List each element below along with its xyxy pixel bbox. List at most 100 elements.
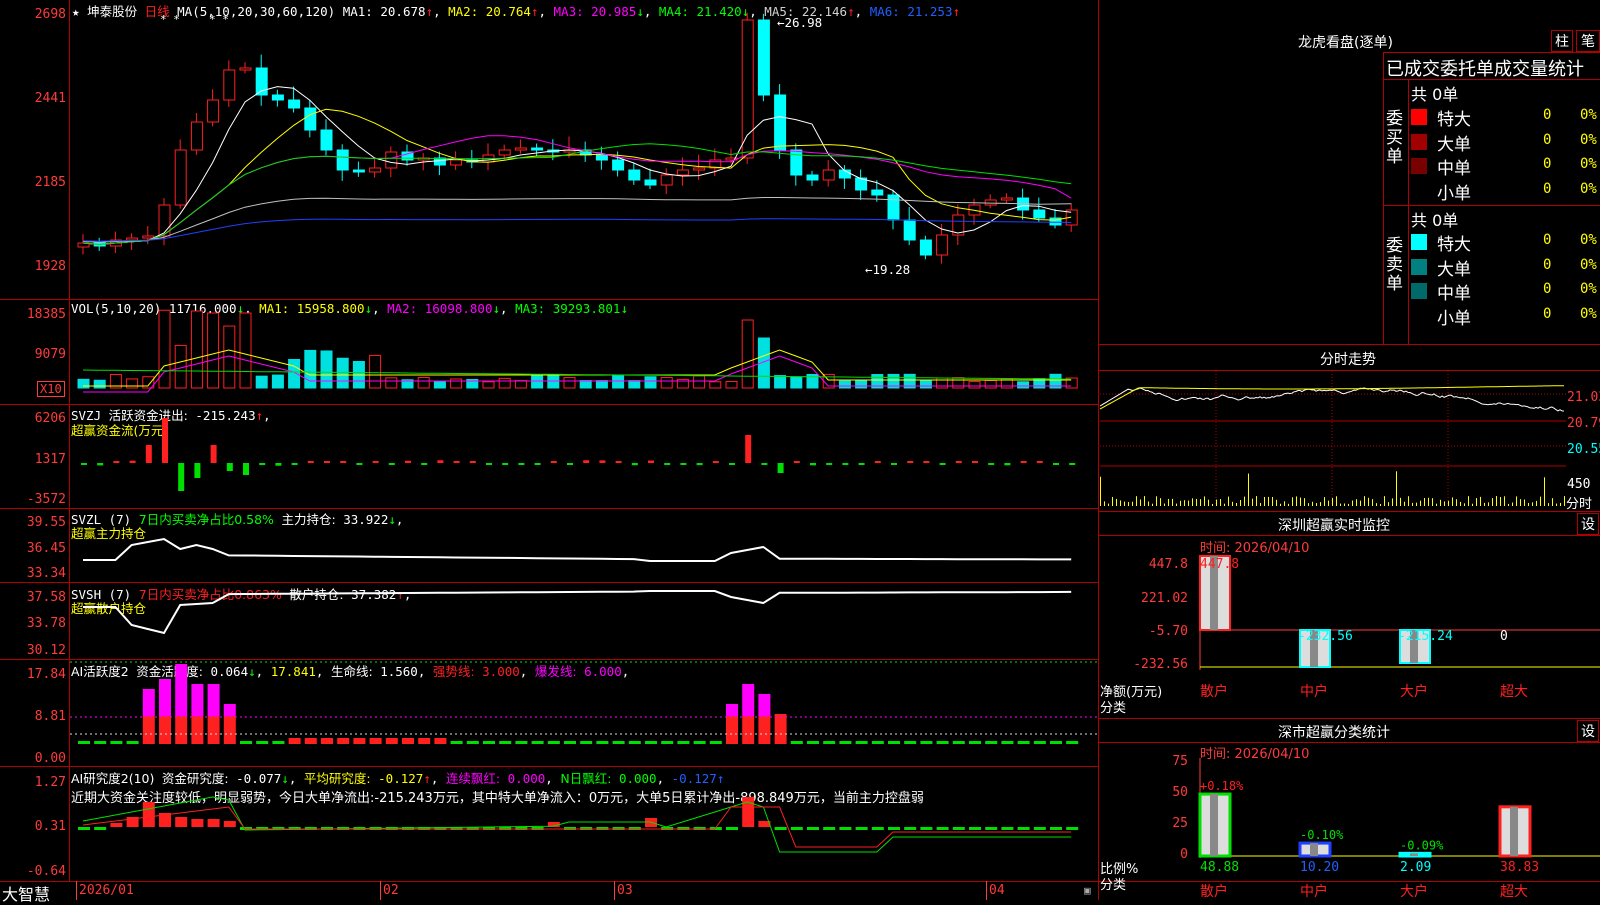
main-force-position-chart[interactable] [70, 509, 1098, 582]
intraday-vol-bar [1432, 498, 1433, 506]
research-chart[interactable] [70, 767, 1098, 881]
candle-body [336, 149, 349, 171]
candle-body [693, 167, 706, 171]
monitor-y-zero: -5.70 [1149, 624, 1188, 639]
order-qty: 0 [1543, 232, 1552, 248]
flow-bar [810, 463, 816, 466]
intraday-vol-bar [1372, 499, 1373, 506]
candle-body [790, 149, 803, 176]
volume-bar [498, 377, 511, 389]
classify-title: 深市超赢分类统计 [1278, 725, 1390, 741]
intraday-vol-bar [1456, 499, 1457, 506]
lock-icon[interactable]: ▣ [1084, 884, 1091, 897]
monitor-y-top: 447.8 [1149, 557, 1188, 572]
svsh-y-mid: 33.78 [26, 616, 66, 631]
ai2-y-bot: -0.64 [26, 864, 66, 879]
activity-bar [839, 741, 852, 744]
flow-bar [1020, 461, 1027, 463]
order-pct: 0% [1580, 107, 1597, 123]
retail-position-chart[interactable] [70, 583, 1098, 659]
classify-top-label: -0.09% [1400, 838, 1444, 852]
monitor-chart[interactable]: 447.8 221.02 -5.70 -232.56 447.8 散户 -232.56 中户 -… [1100, 555, 1600, 715]
activity-bar [547, 741, 560, 744]
capital-flow-chart[interactable] [70, 405, 1098, 508]
candlestick-chart[interactable] [70, 0, 1098, 299]
order-qty: 0 [1543, 156, 1552, 172]
order-qty: 0 [1543, 305, 1552, 322]
monitor-category: 大户 [1400, 683, 1428, 700]
svsh-y-top: 37.58 [26, 590, 66, 605]
research-bar [1050, 827, 1062, 830]
high-price-marker: ←26.98 [777, 15, 823, 30]
intraday-vol-bar [1224, 503, 1225, 506]
intraday-vol-bar [1268, 496, 1269, 506]
intraday-vol-bar [1236, 503, 1237, 506]
intraday-vol-bar [1120, 500, 1121, 506]
activity-bar [920, 741, 933, 744]
intraday-vol-bar [1180, 500, 1181, 506]
intraday-vol-bar [1176, 503, 1177, 506]
flow-bar [972, 461, 978, 463]
candle-body [936, 234, 949, 256]
classify-settings-button[interactable]: 设 [1577, 720, 1599, 742]
intraday-vol-bar [1564, 496, 1565, 506]
vol-unit-badge[interactable]: X10 [37, 381, 65, 397]
research-bar [855, 827, 868, 830]
volume-bar [482, 381, 495, 389]
flow-bar [178, 463, 185, 491]
intraday-vol-bar [1496, 496, 1497, 506]
activity-bar [256, 741, 269, 744]
svzl-y-mid: 36.45 [26, 541, 66, 556]
research-bar [936, 827, 949, 830]
intraday-vol-bar [1320, 502, 1321, 506]
activity-bar-top [159, 679, 171, 716]
activity-bar [142, 716, 155, 744]
volume-bar [385, 377, 398, 389]
lhb-heading: 已成交委托单成交量统计 [1386, 59, 1584, 80]
activity-bar [871, 741, 884, 744]
bar-mode-button[interactable]: 柱 [1551, 30, 1573, 52]
candle-body [1033, 209, 1046, 219]
activity-bar [888, 741, 900, 744]
volume-chart[interactable] [70, 300, 1098, 404]
tick-mode-button[interactable]: 笔 [1576, 30, 1600, 52]
intraday-vol-bar [1392, 498, 1393, 506]
activity-chart[interactable] [70, 660, 1098, 766]
classify-y-label: 25 [1172, 816, 1188, 831]
intraday-vol-bar [1444, 501, 1445, 506]
intraday-vol-bar [1484, 502, 1485, 506]
intraday-vol-bar [1228, 496, 1229, 506]
date-label-mar: 03 [617, 883, 633, 898]
intraday-vol-bar [1112, 496, 1113, 506]
research-bar [110, 823, 123, 827]
order-pct: 0% [1580, 256, 1597, 273]
flow-bar [712, 461, 719, 463]
flow-bar [324, 461, 330, 463]
volume-bar [126, 378, 139, 389]
activity-bar [823, 741, 836, 744]
intraday-chart[interactable] [1099, 371, 1566, 511]
monitor-settings-button[interactable]: 设 [1577, 513, 1599, 535]
monitor-title: 深圳超赢实时监控 [1278, 518, 1390, 534]
sell-side-label: 委卖单 [1386, 236, 1403, 294]
research-bar [790, 827, 803, 830]
flow-bar [210, 445, 217, 463]
intraday-vol-bar [1216, 499, 1217, 506]
activity-bar [758, 716, 771, 744]
candle-body [142, 235, 155, 239]
intraday-vol-bar [1520, 499, 1521, 506]
flow-bar [275, 463, 282, 466]
activity-bar [709, 741, 722, 744]
research-bar [823, 827, 836, 830]
order-pct: 0% [1580, 281, 1597, 297]
candle-body [741, 19, 754, 159]
classify-chart[interactable]: 75 50 25 0 +0.18% 48.88 散户 -0.10% 10.20 中户 -0.09% 2… [1100, 754, 1600, 900]
classify-bar-shade [1410, 853, 1418, 856]
intraday-vol-bar [1220, 499, 1221, 506]
order-size-label: 大单 [1437, 134, 1471, 155]
classify-bottom-label: 10.20 [1300, 860, 1339, 875]
candle-body [806, 174, 819, 181]
intraday-vol-bar [1404, 501, 1405, 506]
order-size-label: 小单 [1437, 308, 1471, 329]
ai1-y-top: 17.84 [26, 667, 66, 682]
